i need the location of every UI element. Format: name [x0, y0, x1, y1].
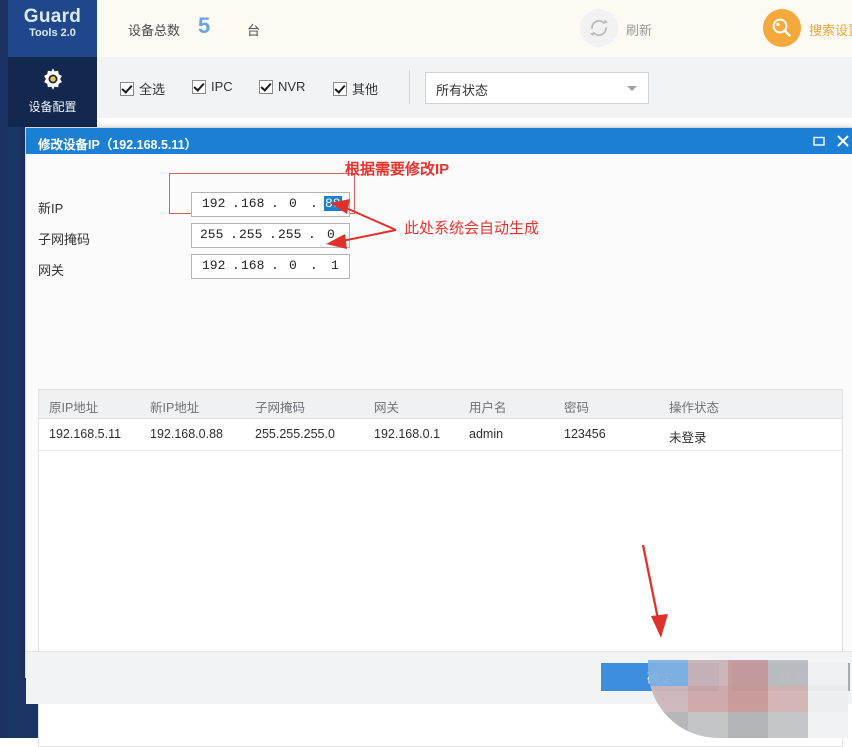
- subnet-mask-input[interactable]: 255 . 255 . 255 . 0: [191, 223, 350, 248]
- octet-1[interactable]: 192: [202, 196, 225, 211]
- guard-tools-window: NV Guard Tools 2.0 设备配置 设备总数 5 台: [0, 0, 852, 747]
- octet-dot: .: [271, 258, 279, 273]
- col-password: 密码: [564, 401, 590, 415]
- col-subnet-mask: 子网掩码: [255, 401, 306, 415]
- device-count-label: 设备总数: [128, 23, 181, 38]
- col-new-ip: 新IP地址: [150, 401, 200, 415]
- octet-3[interactable]: 0: [289, 258, 297, 273]
- checkbox-other[interactable]: 其他: [333, 79, 378, 98]
- gateway-input[interactable]: 192 . 168 . 0 . 1: [191, 254, 350, 279]
- app-brand: Guard Tools 2.0: [8, 0, 97, 57]
- new-ip-label: 新IP: [38, 201, 64, 216]
- cell-new-ip: 192.168.0.88: [150, 427, 223, 441]
- table-row[interactable]: 192.168.5.11 192.168.0.88 255.255.255.0 …: [39, 418, 842, 451]
- search-settings-button[interactable]: 搜索设置: [763, 9, 852, 47]
- octet-2[interactable]: 168: [241, 196, 264, 211]
- octet-3[interactable]: 0: [289, 196, 297, 211]
- checkbox-label: 全选: [139, 82, 166, 97]
- checkbox-icon: [120, 81, 134, 96]
- octet-3[interactable]: 255: [278, 227, 301, 242]
- col-username: 用户名: [469, 401, 507, 415]
- maximize-icon[interactable]: [810, 132, 828, 150]
- dialog-title-bar: 修改设备IP（192.168.5.11）: [26, 128, 852, 154]
- octet-4[interactable]: 0: [327, 227, 335, 242]
- cell-username: admin: [469, 427, 504, 441]
- new-ip-input[interactable]: 192 . 168 . 0 . 88: [191, 192, 350, 217]
- checkbox-icon: [259, 79, 273, 94]
- col-gateway: 网关: [374, 401, 400, 415]
- refresh-label: 刷新: [626, 23, 653, 38]
- octet-dot: .: [230, 227, 238, 242]
- octet-dot: .: [308, 227, 316, 242]
- status-select-value: 所有状态: [436, 83, 489, 98]
- table-header-row: 原IP地址 新IP地址 子网掩码 网关 用户名 密码 操作状态: [39, 390, 842, 419]
- refresh-icon: [580, 9, 618, 47]
- annotation-text-modify-ip: 根据需要修改IP: [345, 161, 450, 178]
- brand-sub: Tools 2.0: [29, 27, 76, 39]
- checkbox-icon: [333, 81, 347, 96]
- cell-status: 未登录: [669, 431, 707, 445]
- octet-dot: .: [269, 227, 277, 242]
- gateway-label: 网关: [38, 263, 65, 278]
- col-status: 操作状态: [669, 401, 720, 415]
- octet-dot: .: [232, 258, 240, 273]
- cell-subnet-mask: 255.255.255.0: [255, 427, 335, 441]
- search-settings-icon: [763, 9, 801, 47]
- octet-2[interactable]: 255: [239, 227, 262, 242]
- checkbox-ipc[interactable]: IPC: [192, 79, 233, 94]
- cell-password: 123456: [564, 427, 606, 441]
- octet-2[interactable]: 168: [241, 258, 264, 273]
- device-count-value: 5: [198, 13, 211, 38]
- cell-original-ip: 192.168.5.11: [49, 427, 122, 441]
- checkbox-icon: [192, 79, 206, 94]
- octet-1[interactable]: 255: [200, 227, 223, 242]
- search-settings-label: 搜索设置: [809, 23, 852, 38]
- refresh-button[interactable]: 刷新: [580, 9, 680, 47]
- octet-dot: .: [310, 196, 318, 211]
- col-original-ip: 原IP地址: [49, 401, 99, 415]
- filter-divider: [409, 70, 410, 104]
- octet-4[interactable]: 88: [324, 196, 342, 211]
- checkbox-label: IPC: [211, 79, 233, 94]
- status-select[interactable]: 所有状态: [425, 72, 649, 104]
- close-icon[interactable]: [834, 132, 852, 150]
- left-rail: [0, 0, 8, 738]
- octet-dot: .: [271, 196, 279, 211]
- checkbox-label: 其他: [352, 82, 379, 97]
- device-count-unit: 台: [247, 23, 261, 38]
- sidebar-item-label: 设备配置: [28, 100, 77, 114]
- checkbox-label: NVR: [278, 79, 306, 94]
- modify-ip-dialog: 修改设备IP（192.168.5.11） 新IP 192 . 168 . 0 .…: [25, 127, 852, 747]
- brand-name: Guard: [23, 6, 82, 27]
- octet-dot: .: [310, 258, 318, 273]
- octet-1[interactable]: 192: [202, 258, 225, 273]
- checkbox-nvr[interactable]: NVR: [259, 79, 305, 94]
- top-bar: 设备总数 5 台 刷新 搜索设置: [97, 0, 852, 58]
- gear-icon: [8, 66, 97, 96]
- chevron-down-icon: [627, 86, 637, 91]
- octet-dot: .: [232, 196, 240, 211]
- annotation-text-auto-generate: 此处系统会自动生成: [404, 220, 540, 237]
- cell-gateway: 192.168.0.1: [374, 427, 441, 441]
- dialog-title: 修改设备IP（192.168.5.11）: [38, 138, 198, 152]
- octet-4[interactable]: 1: [331, 258, 339, 273]
- sidebar-item-device-config[interactable]: 设备配置: [8, 57, 97, 127]
- subnet-mask-label: 子网掩码: [38, 232, 91, 247]
- checkbox-select-all[interactable]: 全选: [120, 79, 165, 98]
